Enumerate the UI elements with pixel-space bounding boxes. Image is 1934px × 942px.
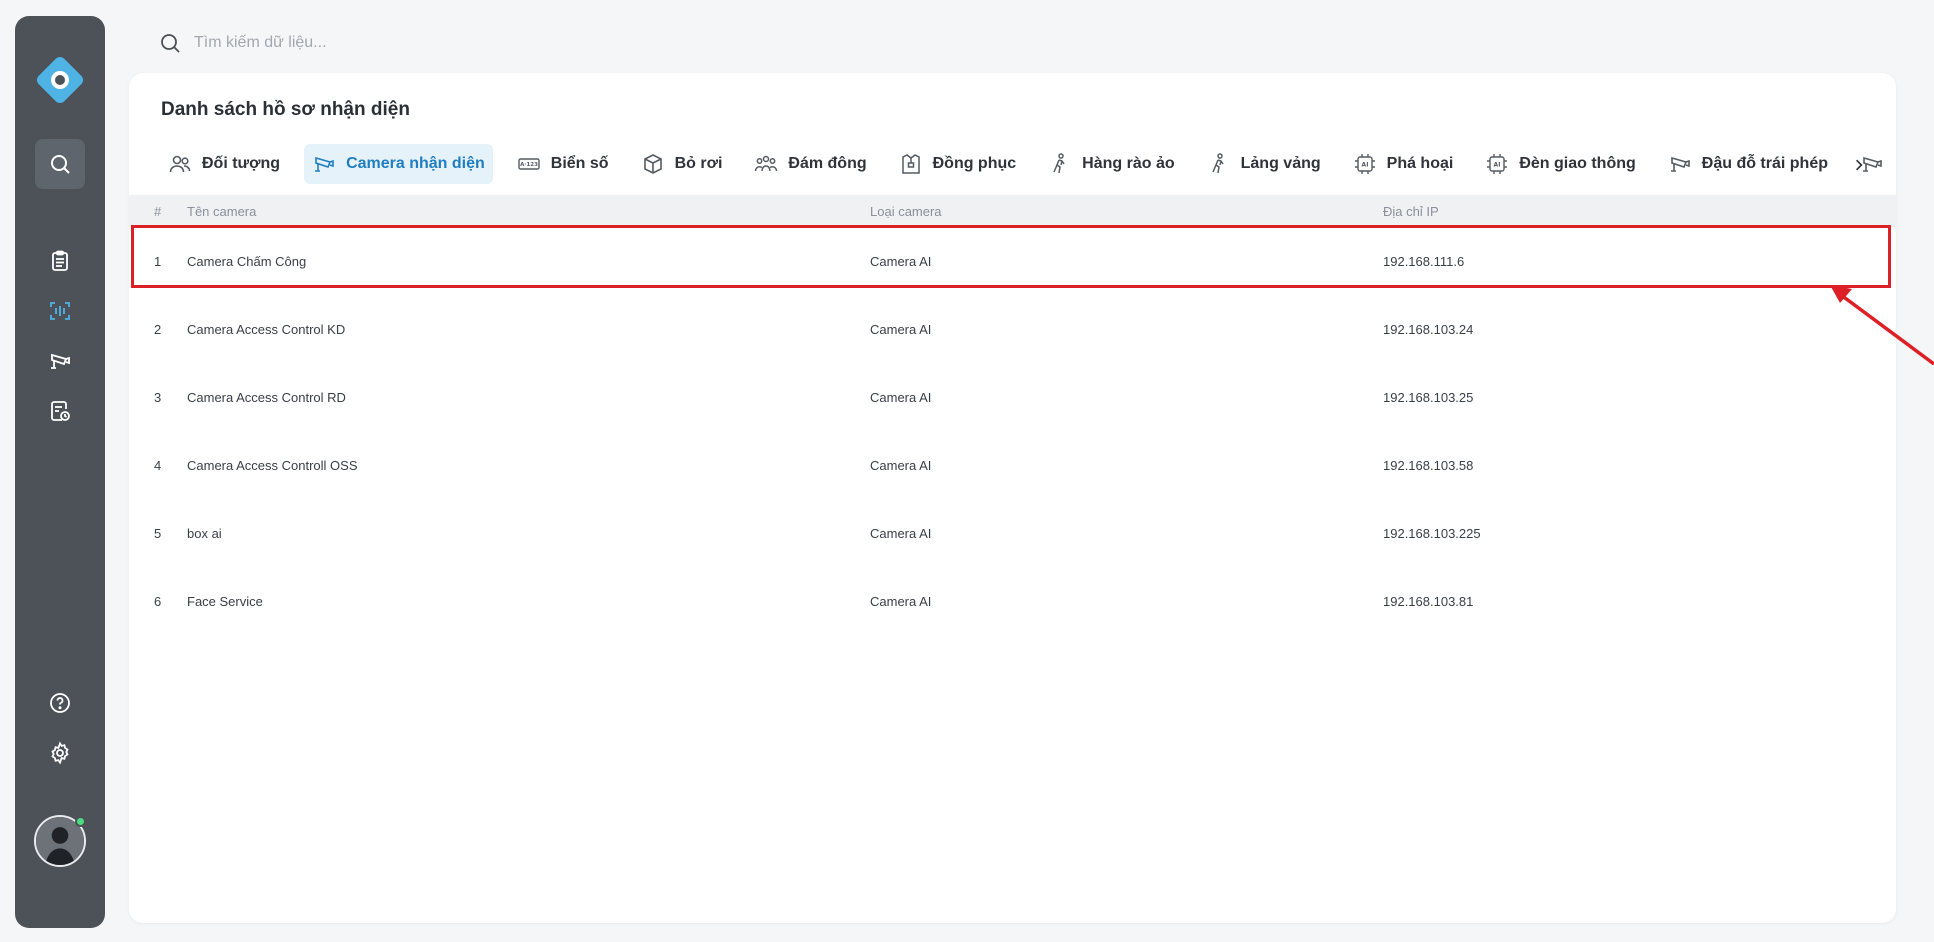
cctv-camera-icon [1670, 156, 1690, 172]
row-index: 5 [154, 526, 162, 541]
tab-label: Hàng rào ảo [1082, 155, 1175, 172]
report-clock-icon [51, 401, 70, 421]
ip-address: 192.168.103.58 [1383, 458, 1474, 473]
camera-type: Camera AI [870, 458, 932, 473]
help-circle-icon [50, 693, 70, 713]
tab-label: Đám đông [788, 155, 867, 172]
table-header: # Tên camera Loại camera Địa chỉ IP [129, 195, 1896, 227]
camera-name: Camera Chấm Công [187, 254, 307, 269]
people-icon [169, 155, 191, 173]
svg-text:A·123: A·123 [520, 162, 538, 168]
face-scan-icon [50, 302, 70, 320]
tab-label: Đối tượng [202, 155, 281, 172]
ai-chip-icon: AI [1354, 154, 1375, 174]
row-index: 2 [154, 322, 162, 337]
tab-den-giao-thong[interactable]: AI Đèn giao thông [1477, 144, 1643, 184]
search-icon [161, 34, 180, 53]
sidebar-item-help[interactable] [35, 678, 85, 728]
column-header-ip-address: Địa chỉ IP [1383, 204, 1439, 219]
camera-name: Camera Access Controll OSS [187, 458, 358, 473]
svg-text:AI: AI [1361, 162, 1368, 169]
tabs-scroll-right-button[interactable] [1849, 155, 1869, 175]
sidebar-item-settings[interactable] [35, 728, 85, 778]
tab-bo-roi[interactable]: Bỏ rơi [633, 144, 731, 184]
tab-dong-phuc[interactable]: Đồng phục [891, 144, 1025, 184]
camera-type: Camera AI [870, 390, 932, 405]
tab-dau-do-trai-phep[interactable]: Đậu đỗ trái phép [1660, 144, 1836, 184]
license-plate-icon: A·123 [518, 158, 540, 170]
camera-type: Camera AI [870, 254, 932, 269]
tab-label: Bỏ rơi [674, 155, 723, 172]
walking-person-icon [1211, 153, 1224, 174]
table-row[interactable]: 3 Camera Access Control RD Camera AI 192… [129, 368, 1896, 428]
clipboard-list-icon [52, 250, 68, 271]
sidebar [15, 16, 105, 928]
camera-name: box ai [187, 526, 222, 541]
sidebar-item-search[interactable] [35, 139, 85, 189]
search-icon [51, 155, 70, 174]
table-row[interactable]: 5 box ai Camera AI 192.168.103.225 [129, 504, 1896, 564]
ip-address: 192.168.111.6 [1383, 254, 1465, 269]
row-index: 6 [154, 594, 162, 609]
row-index: 3 [154, 390, 162, 405]
sidebar-item-report[interactable] [35, 386, 85, 436]
ip-address: 192.168.103.24 [1383, 322, 1474, 337]
table-row[interactable]: 1 Camera Chấm Công Camera AI 192.168.111… [129, 232, 1896, 292]
ip-address: 192.168.103.25 [1383, 390, 1474, 405]
chevron-right-icon [1856, 159, 1863, 171]
tab-label: Đèn giao thông [1519, 155, 1636, 172]
tab-label: Đậu đỗ trái phép [1701, 155, 1828, 172]
camera-name: Camera Access Control KD [187, 322, 346, 337]
global-search [158, 28, 758, 58]
camera-type: Camera AI [870, 594, 932, 609]
tab-hang-rao-ao[interactable]: Hàng rào ảo [1040, 144, 1182, 184]
ip-address: 192.168.103.81 [1383, 594, 1474, 609]
main-card: Danh sách hồ sơ nhận diện Đối tượng Came… [129, 73, 1896, 923]
row-index: 4 [154, 458, 162, 473]
crowd-icon [755, 155, 778, 172]
online-status-dot [75, 816, 86, 827]
camera-type: Camera AI [870, 526, 932, 541]
table-row[interactable]: 2 Camera Access Control KD Camera AI 192… [129, 300, 1896, 360]
ip-address: 192.168.103.225 [1383, 526, 1481, 541]
sidebar-item-camera[interactable] [35, 336, 85, 386]
tab-pha-hoai[interactable]: AI Phá hoại [1345, 144, 1462, 184]
sidebar-item-face-scan[interactable] [35, 286, 85, 336]
tab-label: Đồng phục [932, 155, 1017, 172]
column-header-camera-type: Loại camera [870, 204, 942, 219]
table-row[interactable]: 6 Face Service Camera AI 192.168.103.81 [129, 572, 1896, 632]
app-root: Danh sách hồ sơ nhận diện Đối tượng Came… [0, 0, 1934, 942]
tab-doi-tuong[interactable]: Đối tượng [160, 144, 288, 184]
tab-dam-dong[interactable]: Đám đông [746, 144, 874, 184]
app-logo-icon[interactable] [34, 54, 86, 106]
cctv-camera-icon [51, 353, 70, 369]
walking-person-icon [1053, 153, 1065, 174]
camera-name: Camera Access Control RD [187, 390, 346, 405]
ai-chip-icon: AI [1487, 154, 1508, 174]
page-title: Danh sách hồ sơ nhận diện [161, 99, 410, 120]
tab-lang-vang[interactable]: Lảng vảng [1199, 144, 1329, 184]
row-index: 1 [154, 254, 162, 269]
tab-bar: Đối tượng Camera nhận diện A·123 Biển số… [160, 143, 1896, 185]
tab-camera-nhan-dien[interactable]: Camera nhận diện [304, 144, 493, 184]
svg-text:AI: AI [1494, 162, 1501, 169]
column-header-camera-name: Tên camera [187, 204, 257, 219]
camera-type: Camera AI [870, 322, 932, 337]
tab-label: Camera nhận diện [346, 155, 485, 172]
table-row[interactable]: 4 Camera Access Controll OSS Camera AI 1… [129, 436, 1896, 496]
tab-label: Biển số [550, 155, 609, 172]
cctv-camera-icon [315, 156, 334, 172]
gear-icon [51, 741, 69, 765]
box-icon [643, 154, 662, 174]
tab-label: Lảng vảng [1240, 155, 1321, 172]
sidebar-item-list[interactable] [35, 236, 85, 286]
uniform-icon [901, 154, 920, 174]
camera-name: Face Service [187, 594, 263, 609]
column-header-index: # [154, 204, 162, 219]
tab-bien-so[interactable]: A·123 Biển số [509, 144, 617, 184]
tab-label: Phá hoại [1386, 155, 1454, 172]
search-input[interactable] [194, 34, 694, 52]
